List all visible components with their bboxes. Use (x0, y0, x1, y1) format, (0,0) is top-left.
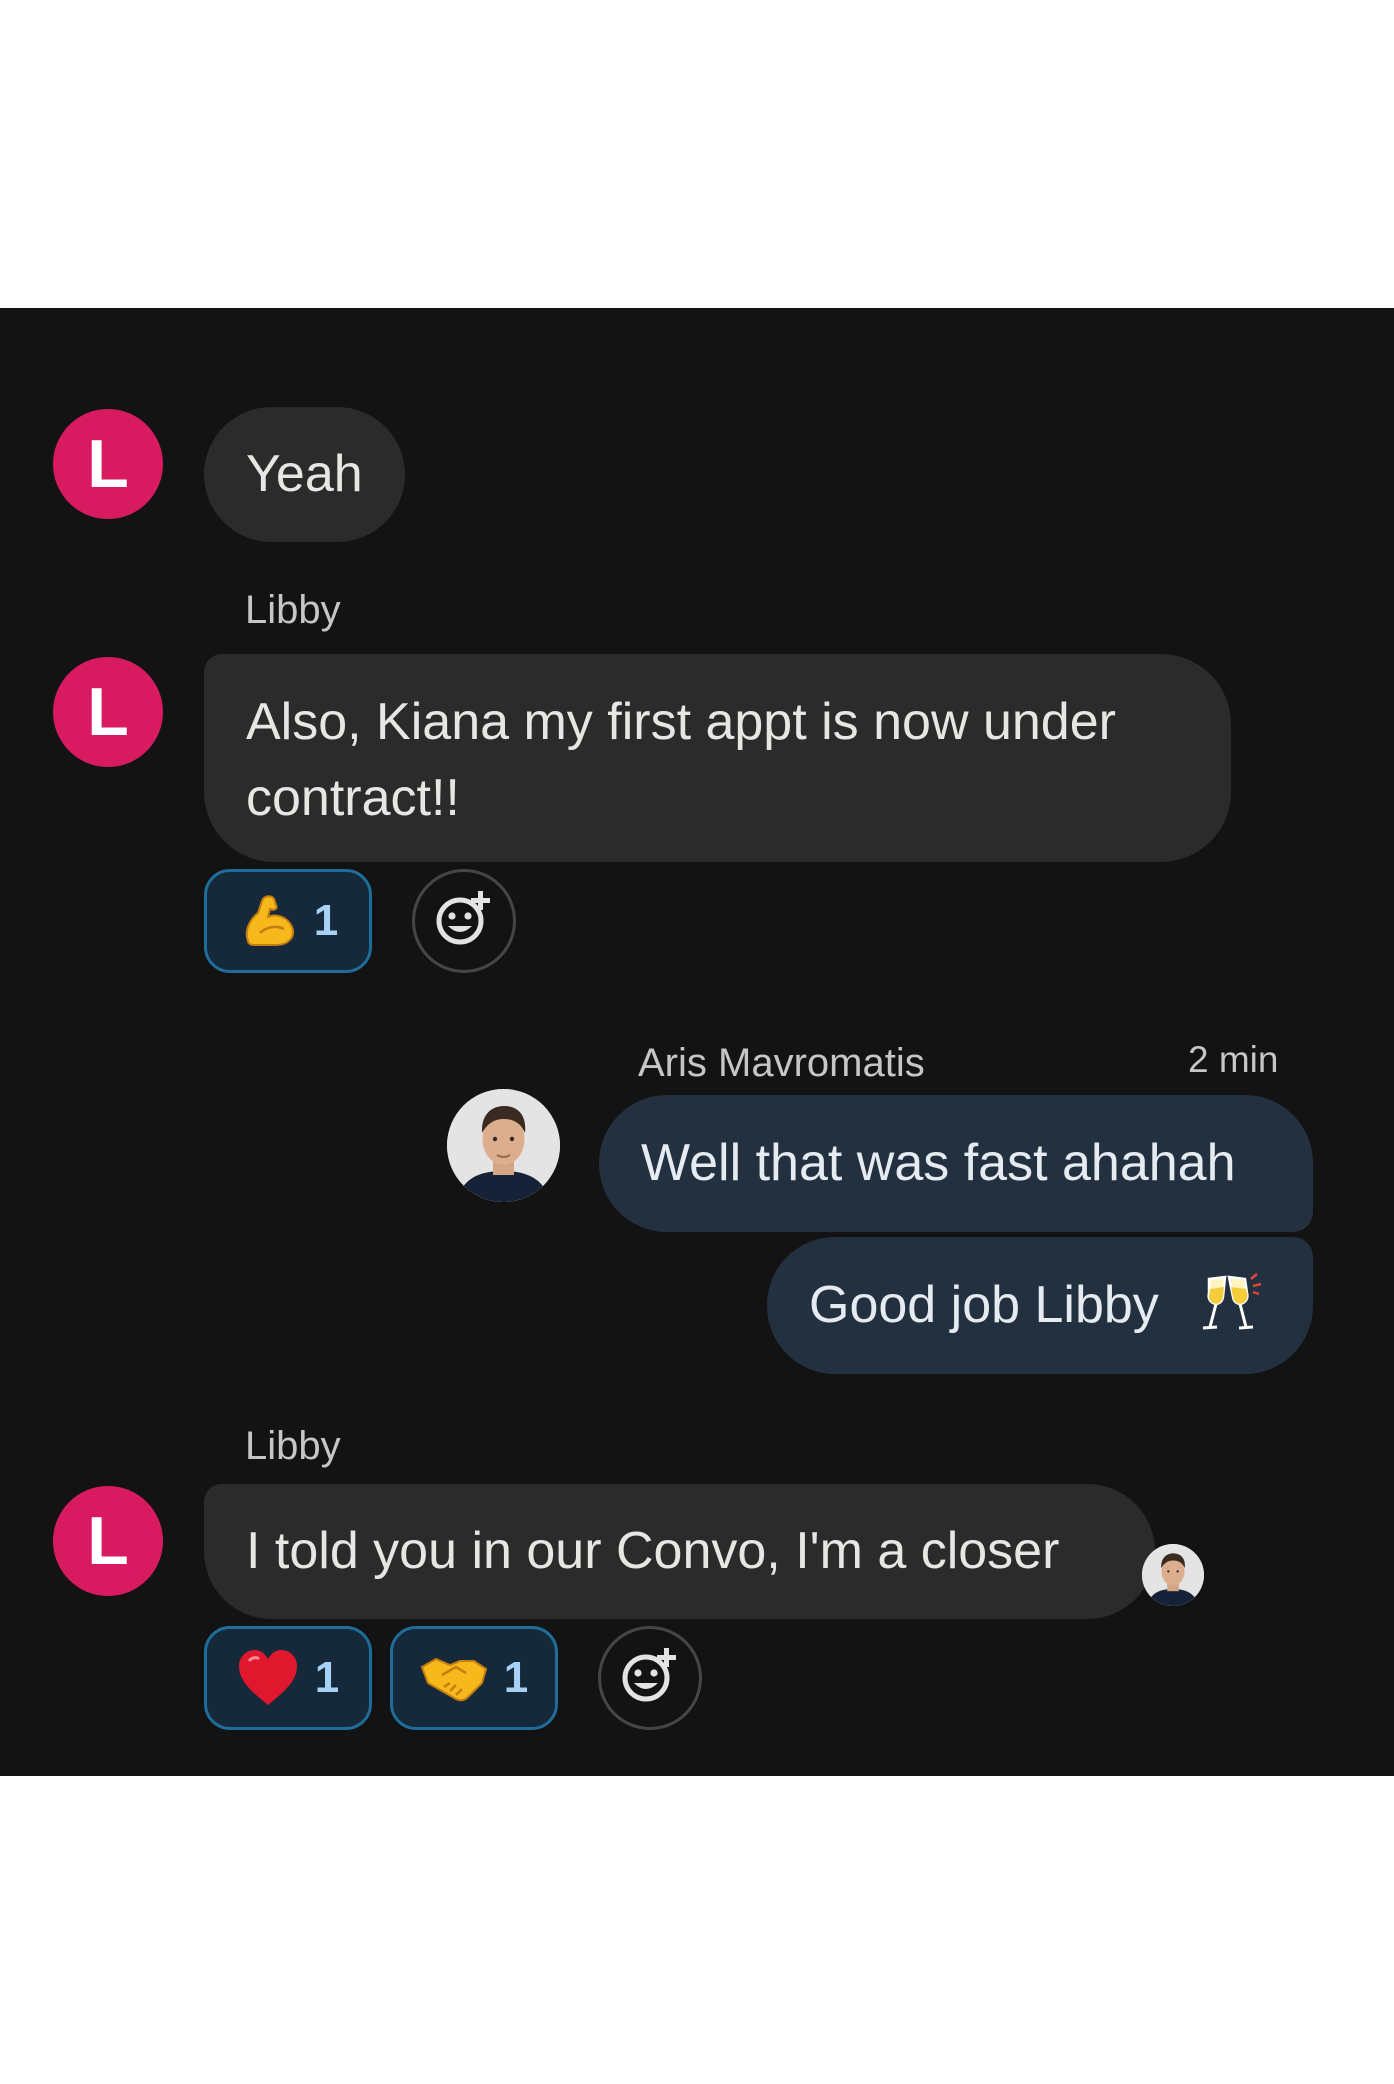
avatar-initial: L (87, 674, 129, 750)
message-bubble-contract[interactable]: Also, Kiana my first appt is now under c… (204, 654, 1231, 862)
message-bubble-closer[interactable]: I told you in our Convo, I'm a closer (204, 1484, 1155, 1619)
flexed-biceps-icon (238, 891, 298, 951)
sender-name: Aris Mavromatis (638, 1041, 925, 1085)
avatar-initial: L (87, 1503, 129, 1579)
red-heart-icon (237, 1649, 299, 1707)
message-text: Yeah (246, 445, 363, 503)
sender-name: Libby (245, 588, 341, 632)
avatar-aris[interactable] (447, 1089, 560, 1202)
avatar-initial: L (87, 426, 129, 502)
message-bubble-yeah[interactable]: Yeah (204, 407, 405, 542)
reaction-count: 1 (503, 1653, 529, 1702)
add-reaction-button[interactable] (412, 869, 516, 973)
sender-name: Libby (245, 1424, 341, 1468)
clinking-glasses-icon (1199, 1273, 1265, 1356)
message-text-line: Also, Kiana my first appt is now under (246, 693, 1116, 751)
message-timestamp: 2 min (1188, 1039, 1279, 1080)
reaction-count: 1 (313, 896, 339, 945)
aris-photo-icon (447, 1089, 560, 1202)
message-bubble-good-job[interactable]: Good job Libby (767, 1237, 1313, 1374)
avatar-libby[interactable]: L (53, 409, 163, 519)
chat-panel: L Yeah Libby L Also, Kiana my first appt… (0, 308, 1394, 1776)
message-text: I told you in our Convo, I'm a closer (246, 1522, 1060, 1580)
reaction-flexed-biceps[interactable]: 1 (204, 869, 372, 973)
reaction-handshake[interactable]: 1 (390, 1626, 558, 1730)
avatar-libby[interactable]: L (53, 657, 163, 767)
aris-photo-icon (1142, 1544, 1204, 1606)
message-text-line: contract!! (246, 769, 460, 827)
handshake-icon (420, 1653, 488, 1703)
message-text: Well that was fast ahahah (641, 1134, 1236, 1192)
read-receipt-avatar (1142, 1544, 1204, 1606)
message-bubble-fast[interactable]: Well that was fast ahahah (599, 1095, 1313, 1232)
add-emoji-icon (619, 1645, 681, 1712)
add-emoji-icon (433, 888, 495, 955)
add-reaction-button[interactable] (598, 1626, 702, 1730)
reaction-count: 1 (314, 1653, 340, 1702)
message-text: Good job Libby (809, 1276, 1159, 1334)
reaction-red-heart[interactable]: 1 (204, 1626, 372, 1730)
avatar-libby[interactable]: L (53, 1486, 163, 1596)
